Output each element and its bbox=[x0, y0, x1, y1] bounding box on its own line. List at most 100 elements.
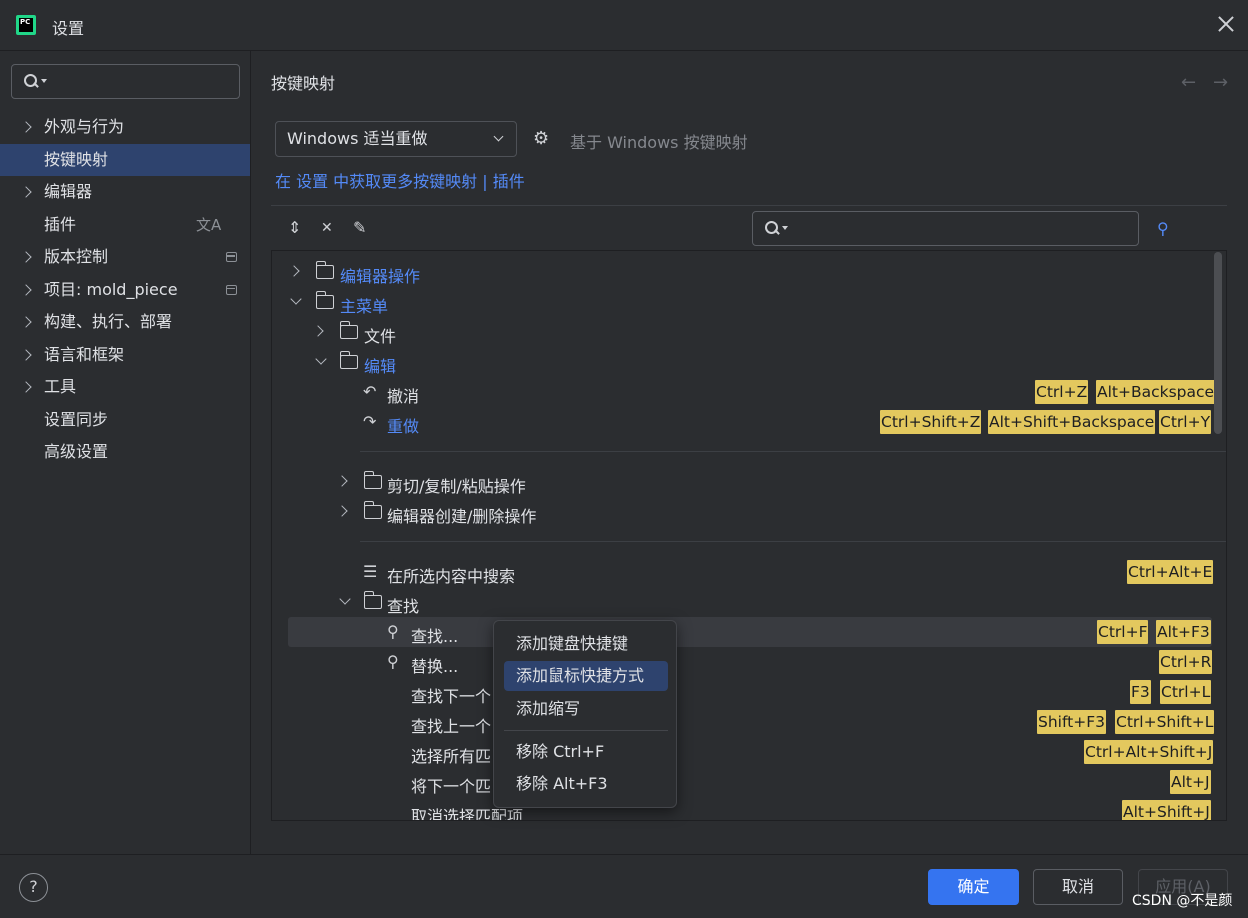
sidebar-item-editor[interactable]: 编辑器 bbox=[0, 176, 250, 209]
chevron-down-icon bbox=[339, 593, 351, 605]
menu-item-add-keyboard-shortcut[interactable]: 添加键盘快捷键 bbox=[504, 629, 668, 659]
cancel-button[interactable]: 取消 bbox=[1033, 869, 1123, 905]
tree-separator bbox=[360, 451, 1226, 452]
sidebar-item-advanced[interactable]: 高级设置 bbox=[0, 436, 250, 469]
tree-row-search-in-selection[interactable]: ☰ 在所选内容中搜索 Ctrl+Alt+E bbox=[272, 557, 1214, 587]
get-more-keymaps-link[interactable]: 在 设置 中获取更多按键映射 | 插件 bbox=[275, 168, 525, 192]
sidebar-item-label: 设置同步 bbox=[44, 409, 109, 429]
sidebar-search-input[interactable] bbox=[11, 64, 240, 99]
keymap-search-input[interactable] bbox=[752, 211, 1139, 246]
pycharm-logo-icon: PC bbox=[16, 15, 36, 35]
tree-row-find-previous[interactable]: 查找上一个 Shift+F3 Ctrl+Shift+L bbox=[272, 707, 1215, 737]
sidebar-item-settings-sync[interactable]: 设置同步 bbox=[0, 404, 250, 437]
tree-row-unselect-occurrence[interactable]: 取消选择匹配项 Alt+Shift+J bbox=[272, 797, 1212, 820]
project-level-icon bbox=[226, 252, 237, 262]
tree-scrollbar[interactable] bbox=[1214, 252, 1222, 434]
expand-all-icon[interactable]: ⇕ bbox=[288, 218, 301, 237]
close-icon[interactable] bbox=[1214, 12, 1238, 36]
tree-separator bbox=[360, 541, 1226, 542]
tree-row-label: 替换... bbox=[411, 657, 459, 676]
tree-row-find[interactable]: ⚲ 查找... Ctrl+F Alt+F3 bbox=[288, 617, 1212, 647]
keymap-scheme-value: Windows 适当重做 bbox=[287, 129, 428, 148]
sidebar-item-label: 工具 bbox=[44, 377, 77, 396]
tree-row-cut-copy-paste[interactable]: 剪切/复制/粘贴操作 bbox=[272, 467, 1212, 497]
tree-row-label: 将下一个匹 bbox=[411, 777, 492, 796]
chevron-right-icon bbox=[288, 265, 300, 277]
menu-item-add-abbreviation[interactable]: 添加缩写 bbox=[504, 694, 668, 724]
footer-divider bbox=[0, 854, 1248, 855]
sidebar-item-languages[interactable]: 语言和框架 bbox=[0, 339, 250, 372]
tree-row-editor-actions[interactable]: 编辑器操作 bbox=[272, 257, 1212, 287]
search-icon bbox=[24, 74, 47, 88]
forward-arrow-icon[interactable]: → bbox=[1213, 72, 1228, 93]
sidebar-nav: 外观与行为 按键映射 编辑器 插件 文A 版本控制 项目: mold_piece … bbox=[0, 111, 250, 469]
tree-row-label: 文件 bbox=[364, 327, 397, 346]
shortcut-badge: Alt+Shift+J bbox=[1122, 800, 1211, 820]
ok-button[interactable]: 确定 bbox=[928, 869, 1019, 905]
sidebar-item-appearance[interactable]: 外观与行为 bbox=[0, 111, 250, 144]
shortcut-badge: F3 bbox=[1130, 680, 1151, 704]
sidebar-item-build[interactable]: 构建、执行、部署 bbox=[0, 306, 250, 339]
tree-row-editor-create-delete[interactable]: 编辑器创建/删除操作 bbox=[272, 497, 1212, 527]
search-icon bbox=[765, 221, 788, 235]
sidebar-item-project[interactable]: 项目: mold_piece bbox=[0, 274, 250, 307]
sidebar-item-label: 编辑器 bbox=[44, 182, 93, 201]
folder-icon bbox=[339, 321, 358, 339]
tree-row-label: 编辑器操作 bbox=[340, 267, 421, 286]
collapse-all-icon[interactable]: ✕ bbox=[321, 220, 333, 236]
tree-row-undo[interactable]: ↶ 撤消 Ctrl+Z Alt+Backspace bbox=[272, 377, 1216, 407]
menu-item-remove-ctrl-f[interactable]: 移除 Ctrl+F bbox=[504, 737, 668, 767]
shortcut-badge: Shift+F3 bbox=[1037, 710, 1106, 734]
chevron-right-icon bbox=[20, 348, 32, 361]
shortcut-badge: Alt+J bbox=[1170, 770, 1211, 794]
tree-row-label: 查找... bbox=[411, 627, 459, 646]
tree-row-label: 选择所有匹 bbox=[411, 747, 492, 766]
watermark-text: CSDN @不是颜 bbox=[1132, 893, 1233, 909]
tree-row-file[interactable]: 文件 bbox=[272, 317, 1212, 347]
tree-row-main-menu[interactable]: 主菜单 bbox=[272, 287, 1212, 317]
chevron-right-icon bbox=[336, 475, 348, 487]
folder-icon bbox=[339, 351, 358, 369]
tree-row-select-all-occurrences[interactable]: 选择所有匹 Ctrl+Alt+Shift+J bbox=[272, 737, 1214, 767]
tree-row-replace[interactable]: ⚲ 替换... Ctrl+R bbox=[272, 647, 1213, 677]
sidebar-item-label: 插件 bbox=[44, 214, 77, 234]
tree-row-add-next-occurrence[interactable]: 将下一个匹 Alt+J bbox=[272, 767, 1212, 797]
tree-row-edit[interactable]: 编辑 bbox=[272, 347, 1212, 377]
sidebar-item-tools[interactable]: 工具 bbox=[0, 371, 250, 404]
gear-icon[interactable]: ⚙ bbox=[533, 130, 551, 148]
find-by-shortcut-icon[interactable]: ⚲ bbox=[1157, 219, 1169, 238]
menu-item-remove-alt-f3[interactable]: 移除 Alt+F3 bbox=[504, 769, 668, 799]
keymap-scheme-select[interactable]: Windows 适当重做 bbox=[275, 121, 517, 157]
chevron-right-icon bbox=[20, 316, 32, 328]
tree-row-find-next[interactable]: 查找下一个 F3 Ctrl+L bbox=[272, 677, 1212, 707]
tree-row-find-group[interactable]: 查找 bbox=[272, 587, 1212, 617]
shortcut-badge: Alt+Shift+Backspace bbox=[988, 410, 1156, 434]
page-title: 按键映射 bbox=[271, 74, 336, 93]
shortcut-badge: Alt+F3 bbox=[1156, 620, 1211, 644]
back-arrow-icon[interactable]: ← bbox=[1181, 72, 1196, 93]
sidebar-item-plugins[interactable]: 插件 文A bbox=[0, 209, 250, 242]
chevron-down-icon bbox=[315, 353, 327, 365]
help-button[interactable]: ? bbox=[19, 873, 48, 902]
tree-row-redo[interactable]: ↷ 重做 Ctrl+Shift+Z Alt+Shift+Backspace Ct… bbox=[272, 407, 1212, 437]
translate-icon: 文A bbox=[196, 215, 222, 234]
sidebar-item-vcs[interactable]: 版本控制 bbox=[0, 241, 250, 274]
sidebar-item-keymap[interactable]: 按键映射 bbox=[0, 143, 250, 176]
context-menu: 添加键盘快捷键 添加鼠标快捷方式 添加缩写 移除 Ctrl+F 移除 Alt+F… bbox=[493, 620, 677, 808]
tree-row-label: 查找下一个 bbox=[411, 687, 492, 706]
undo-icon: ↶ bbox=[363, 382, 377, 401]
settings-sidebar: 外观与行为 按键映射 编辑器 插件 文A 版本控制 项目: mold_piece … bbox=[0, 51, 251, 854]
search-icon: ⚲ bbox=[387, 622, 399, 641]
menu-item-add-mouse-shortcut[interactable]: 添加鼠标快捷方式 bbox=[504, 661, 668, 691]
folder-icon bbox=[315, 291, 334, 309]
chevron-right-icon bbox=[20, 121, 32, 133]
folder-icon bbox=[363, 501, 382, 519]
section-divider bbox=[271, 205, 1227, 206]
tree-row-label: 编辑 bbox=[364, 357, 397, 376]
replace-icon: ⚲ bbox=[387, 652, 399, 671]
folder-icon bbox=[363, 591, 382, 609]
shortcut-badge: Ctrl+F bbox=[1097, 620, 1149, 644]
sidebar-item-label: 外观与行为 bbox=[44, 117, 125, 136]
chevron-down-icon bbox=[493, 131, 504, 142]
edit-shortcut-icon[interactable]: ✎ bbox=[353, 218, 366, 237]
